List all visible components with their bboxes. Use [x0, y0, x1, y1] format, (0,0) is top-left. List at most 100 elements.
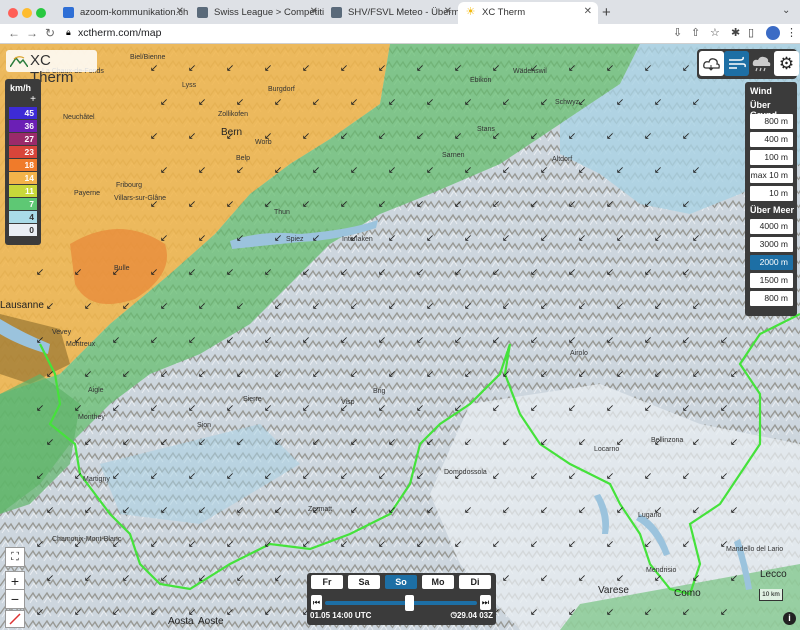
- wind-arrow-icon: ↙: [567, 267, 577, 278]
- wind-layer-button[interactable]: [724, 51, 749, 76]
- city-label: Montreux: [66, 341, 96, 348]
- wind-arrow-icon: ↙: [197, 369, 207, 380]
- pencil-icon: [9, 613, 21, 625]
- day-tab[interactable]: Fr: [311, 575, 343, 589]
- wind-arrow-icon: ↙: [225, 403, 235, 414]
- city-label: Fribourg: [116, 182, 143, 189]
- altitude-option-button[interactable]: 4000 m: [750, 219, 793, 234]
- wind-arrow-icon: ↙: [301, 63, 311, 74]
- map-view[interactable]: ↙ ↙ ↙ ↙ ↙ ↙ ↙ ↙ ↙ ↙ ↙ ↙ ↙ ↙ ↙ ↙ ↙ ↙ ↙ ↙ ↙ ↙ ↙ ↙ ↙ ↙ ↙ ↙ ↙ ↙ ↙ ↙ ↙ ↙ ↙ ↙ ↙ ↙ ↙ ↙…: [0, 44, 800, 630]
- app-logo[interactable]: XC Therm: [6, 50, 97, 86]
- wind-arrow-icon: ↙: [225, 607, 235, 618]
- lock-icon[interactable]: 🔒︎: [66, 27, 71, 38]
- minimize-window-button[interactable]: [22, 8, 32, 18]
- time-slider-thumb[interactable]: [404, 595, 414, 611]
- wind-arrow-icon: ↙: [615, 573, 625, 584]
- day-tab[interactable]: Mo: [422, 575, 454, 589]
- wind-icon: [728, 56, 746, 69]
- avatar[interactable]: [766, 26, 780, 40]
- wind-arrow-icon: ↙: [339, 471, 349, 482]
- wind-arrow-icon: ↙: [653, 233, 663, 244]
- chevron-down-icon[interactable]: ⌄: [782, 5, 790, 16]
- fullscreen-button[interactable]: ⛶: [5, 547, 25, 567]
- city-label: Bulle: [114, 265, 130, 272]
- wind-arrow-icon: ↙: [539, 437, 549, 448]
- city-label: Lugano: [638, 512, 662, 519]
- day-tab-selected[interactable]: So: [385, 575, 417, 589]
- wind-arrow-icon: ↙: [729, 437, 739, 448]
- zoom-out-button[interactable]: −: [5, 589, 25, 609]
- wind-arrow-icon: ↙: [83, 437, 93, 448]
- wind-arrow-icon: ↙: [225, 539, 235, 550]
- wind-arrow-icon: ↙: [225, 471, 235, 482]
- share-icon[interactable]: ⇧: [691, 26, 700, 39]
- altitude-option-button[interactable]: max 10 m: [750, 168, 793, 183]
- wind-arrow-icon: ↙: [691, 437, 701, 448]
- browser-tab[interactable]: SHV/FSVL Meteo - Übermorge ✕: [324, 2, 458, 24]
- browser-tab-active[interactable]: ☀ XC Therm ✕: [458, 2, 598, 24]
- rain-layer-button[interactable]: [749, 51, 774, 76]
- city-label: Schwyz: [555, 99, 580, 106]
- wind-arrow-icon: ↙: [339, 539, 349, 550]
- back-arrow-icon[interactable]: ←: [8, 26, 20, 40]
- altitude-option-button-selected[interactable]: 2000 m: [750, 255, 793, 270]
- day-tab[interactable]: Sa: [348, 575, 380, 589]
- wind-arrow-icon: ↙: [605, 335, 615, 346]
- close-window-button[interactable]: [8, 8, 18, 18]
- settings-button[interactable]: ⚙: [774, 51, 799, 76]
- wind-arrow-icon: ↙: [73, 471, 83, 482]
- wind-arrow-icon: ↙: [349, 97, 359, 108]
- thermal-cloud-layer-button[interactable]: [699, 51, 724, 76]
- close-tab-icon[interactable]: ✕: [310, 6, 318, 17]
- time-slider-track[interactable]: [325, 601, 477, 605]
- wind-arrow-icon: ↙: [691, 97, 701, 108]
- wind-arrow-icon: ↙: [719, 471, 729, 482]
- close-tab-icon[interactable]: ✕: [444, 6, 452, 17]
- wind-arrow-icon: ↙: [225, 199, 235, 210]
- install-icon[interactable]: ⇩: [673, 26, 682, 39]
- wind-arrow-icon: ↙: [529, 335, 539, 346]
- step-forward-button[interactable]: ⏭: [480, 595, 491, 610]
- maximize-window-button[interactable]: [36, 8, 46, 18]
- altitude-option-button[interactable]: 400 m: [750, 132, 793, 147]
- extensions-icon[interactable]: ✱: [731, 26, 740, 39]
- bookmark-star-icon[interactable]: ☆: [710, 26, 720, 39]
- zoom-in-button[interactable]: +: [5, 571, 25, 591]
- url-field[interactable]: xctherm.com/map: [78, 27, 161, 39]
- reload-icon[interactable]: ↻: [45, 26, 55, 40]
- altitude-option-button[interactable]: 800 m: [750, 291, 793, 306]
- legend-expand-icon[interactable]: +: [30, 94, 36, 105]
- wind-arrow-icon: ↙: [529, 199, 539, 210]
- wind-arrow-icon: ↙: [83, 301, 93, 312]
- wind-arrow-icon: ↙: [187, 199, 197, 210]
- altitude-option-button[interactable]: 800 m: [750, 114, 793, 129]
- wind-arrow-icon: ↙: [377, 335, 387, 346]
- step-back-button[interactable]: ⏮: [311, 595, 322, 610]
- wind-arrow-icon: ↙: [463, 97, 473, 108]
- close-tab-icon[interactable]: ✕: [176, 6, 184, 17]
- new-tab-button[interactable]: +: [602, 4, 611, 21]
- wind-arrow-icon: ↙: [415, 267, 425, 278]
- sidebar-icon[interactable]: ▯: [748, 26, 754, 39]
- close-tab-icon[interactable]: ✕: [584, 6, 592, 17]
- city-label: Payerne: [74, 190, 101, 197]
- altitude-option-button[interactable]: 3000 m: [750, 237, 793, 252]
- kebab-menu-icon[interactable]: ⋮: [786, 26, 797, 39]
- forward-arrow-icon[interactable]: →: [26, 26, 38, 40]
- city-label: Aoste: [198, 616, 224, 627]
- wind-arrow-icon: ↙: [415, 335, 425, 346]
- wind-arrow-icon: ↙: [235, 505, 245, 516]
- altitude-option-button[interactable]: 10 m: [750, 186, 793, 201]
- browser-tab[interactable]: azoom-kommunikation.ch – Ka ✕: [56, 2, 190, 24]
- wind-arrow-icon: ↙: [377, 63, 387, 74]
- altitude-option-button[interactable]: 100 m: [750, 150, 793, 165]
- wind-arrow-icon: ↙: [567, 607, 577, 618]
- browser-tab[interactable]: Swiss League > Competition N ✕: [190, 2, 324, 24]
- day-tab[interactable]: Di: [459, 575, 491, 589]
- draw-tool-button[interactable]: [5, 610, 25, 628]
- wind-arrow-icon: ↙: [643, 607, 653, 618]
- wind-arrow-icon: ↙: [453, 403, 463, 414]
- altitude-option-button[interactable]: 1500 m: [750, 273, 793, 288]
- info-icon[interactable]: i: [783, 612, 796, 625]
- city-label: Como: [674, 588, 701, 599]
